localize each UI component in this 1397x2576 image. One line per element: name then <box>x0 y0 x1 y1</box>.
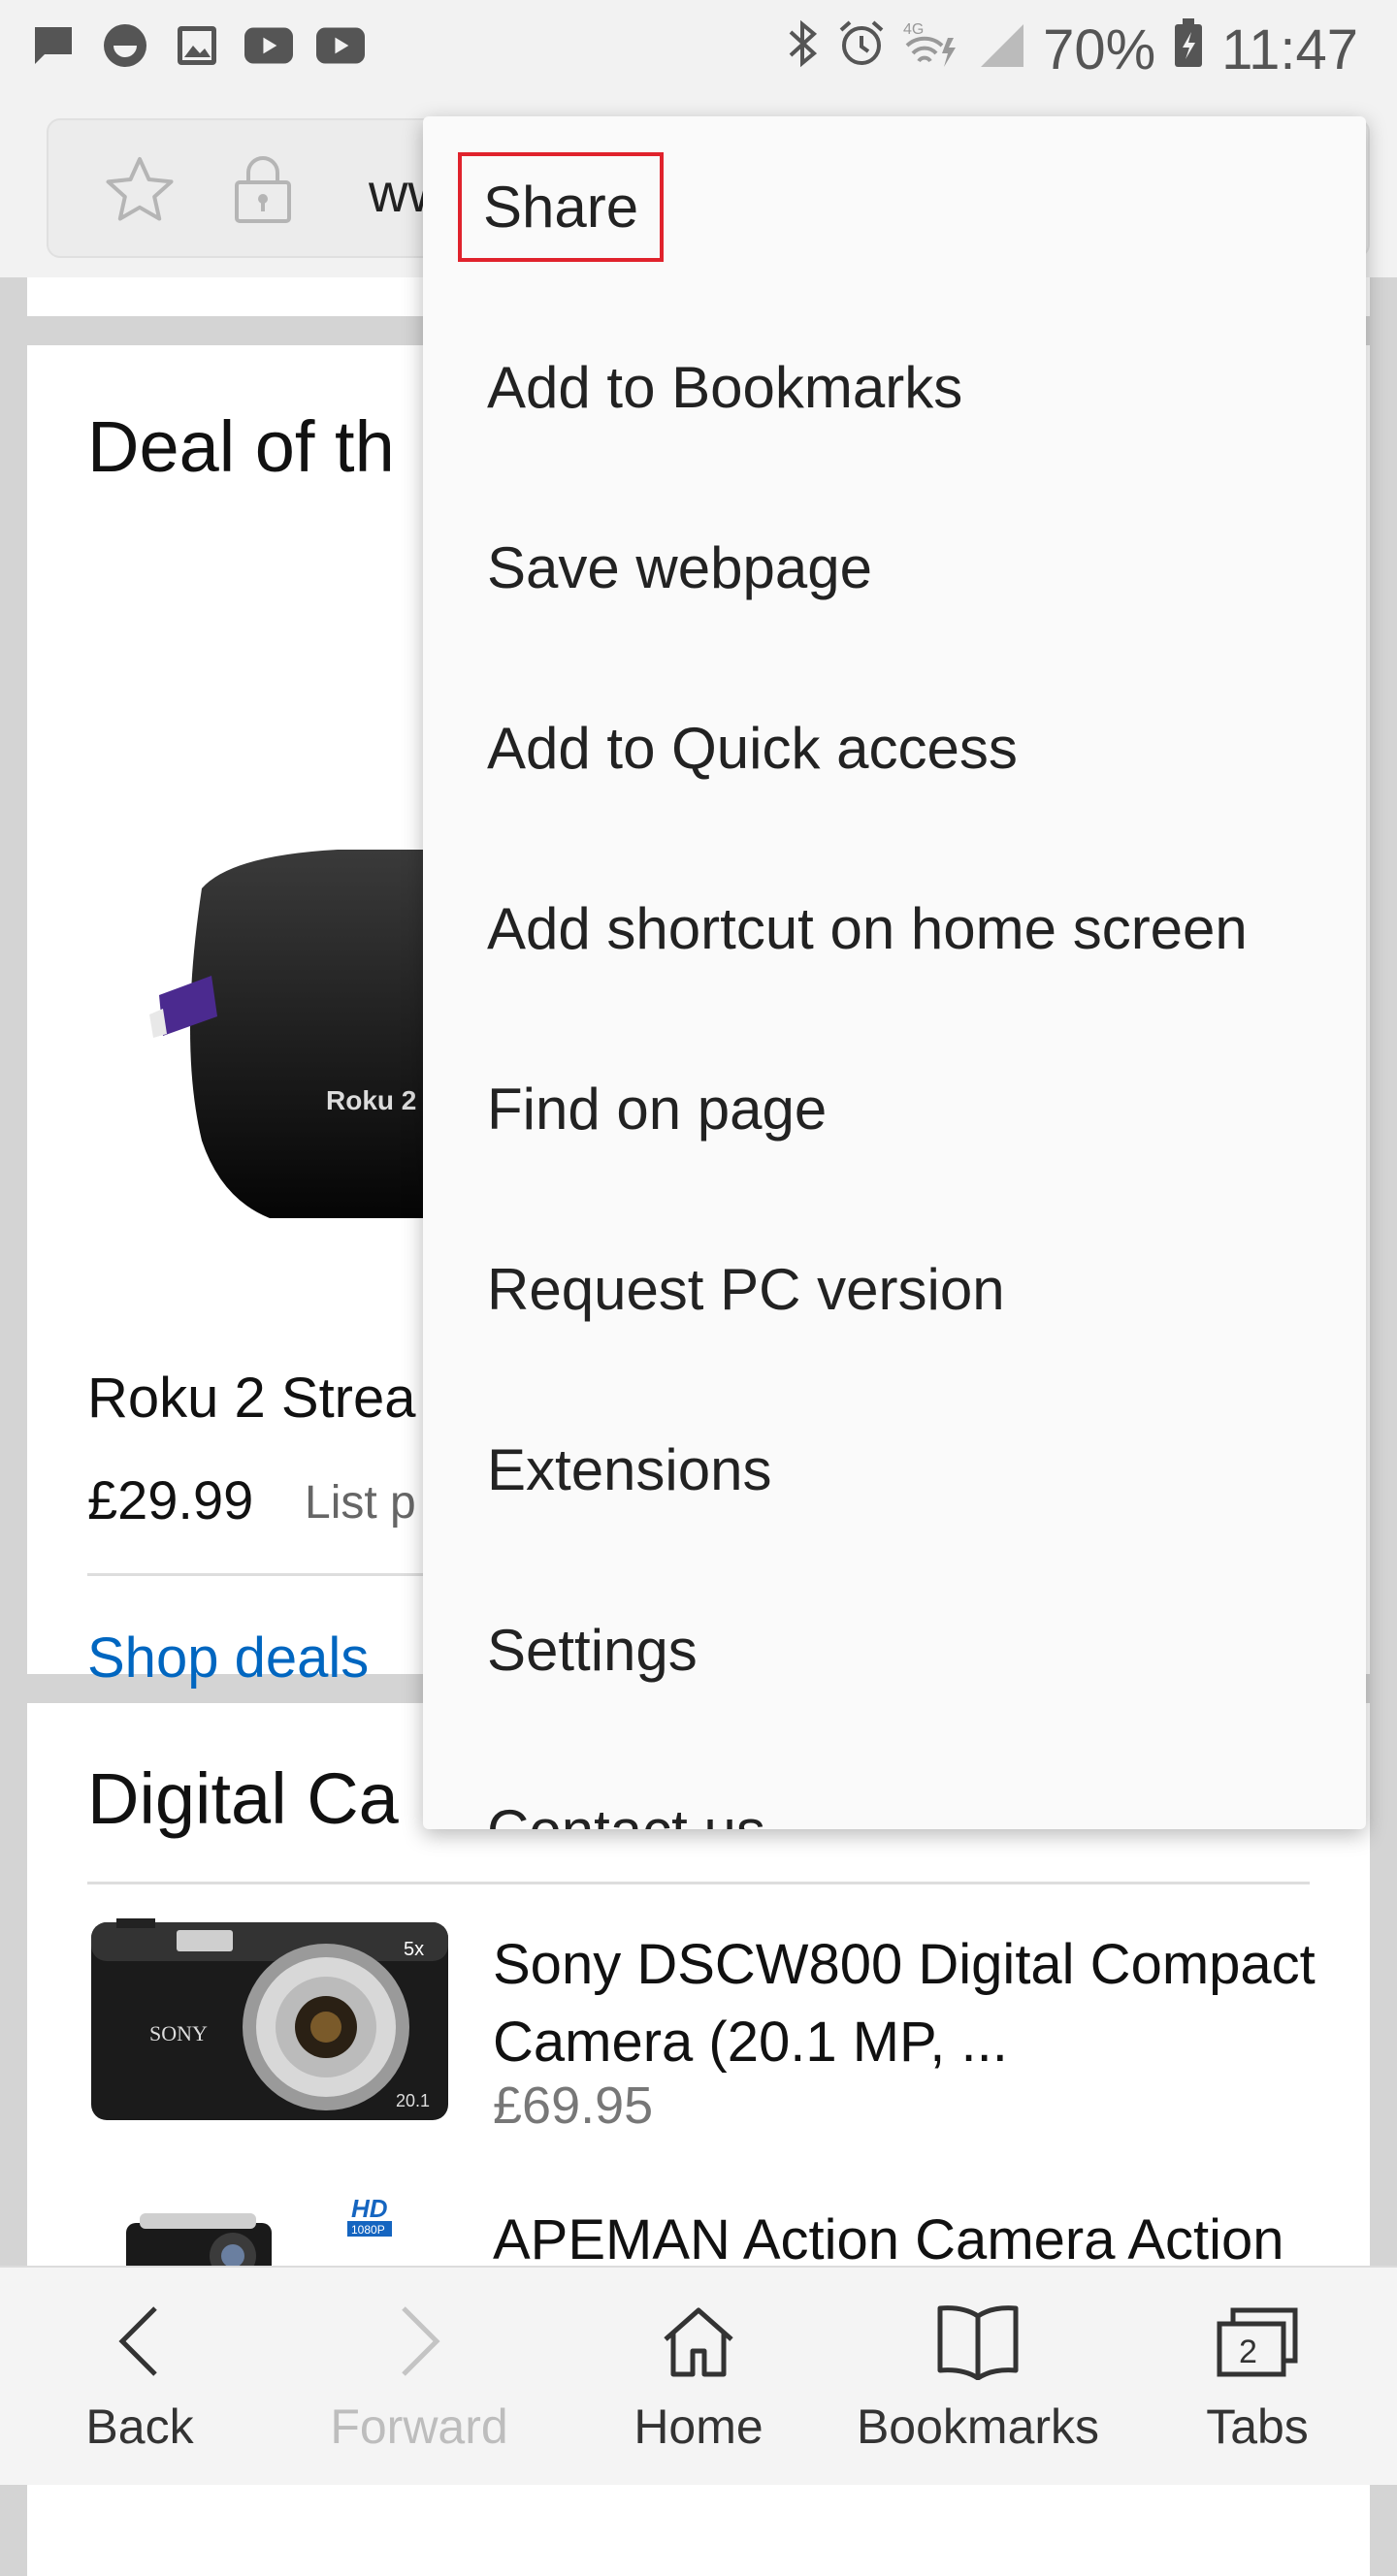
lock-icon <box>233 155 293 228</box>
menu-item-settings[interactable]: Settings <box>423 1560 1366 1740</box>
svg-text:1080P: 1080P <box>351 2223 385 2237</box>
menu-item-label: Settings <box>487 1617 698 1683</box>
book-icon <box>934 2302 1022 2385</box>
menu-item-add-to-bookmarks[interactable]: Add to Bookmarks <box>423 297 1366 477</box>
star-icon[interactable] <box>105 155 175 228</box>
svg-text:SONY: SONY <box>149 2021 208 2045</box>
tabs-icon: 2 <box>1214 2302 1301 2385</box>
youtube-icon <box>244 21 293 70</box>
menu-item-save-webpage[interactable]: Save webpage <box>423 477 1366 658</box>
home-button[interactable]: Home <box>559 2268 838 2485</box>
signal-icon <box>979 17 1025 82</box>
camera-price: £69.95 <box>493 2077 654 2135</box>
chevron-right-icon <box>390 2302 448 2385</box>
bookmarks-label: Bookmarks <box>856 2399 1100 2454</box>
menu-item-label: Save webpage <box>487 534 872 600</box>
menu-item-label: Add to Quick access <box>487 715 1018 781</box>
svg-text:4G: 4G <box>903 21 924 38</box>
message-icon <box>29 21 78 70</box>
alarm-icon <box>837 17 886 82</box>
divider <box>87 1882 1310 1884</box>
home-icon <box>660 2302 737 2385</box>
camera-name[interactable]: Sony DSCW800 Digital Compact Camera (20.… <box>493 1926 1327 2081</box>
system-icons: 4G 70% 11:47 <box>787 17 1358 82</box>
deal-card-title: Deal of th <box>87 406 395 487</box>
home-label: Home <box>634 2399 763 2454</box>
sony-camera-image[interactable]: SONY 5x 20.1 <box>87 1913 452 2131</box>
forward-label: Forward <box>330 2399 508 2454</box>
menu-item-request-pc-version[interactable]: Request PC version <box>423 1199 1366 1379</box>
bookmarks-button[interactable]: Bookmarks <box>838 2268 1118 2485</box>
bottom-navigation: Back Forward Home Bookmarks 2 Tabs <box>0 2266 1397 2485</box>
svg-text:20.1: 20.1 <box>396 2091 430 2110</box>
smiley-app-icon <box>101 21 149 70</box>
tabs-label: Tabs <box>1206 2399 1309 2454</box>
chevron-left-icon <box>111 2302 169 2385</box>
wifi-4g-icon: 4G <box>903 17 961 82</box>
youtube-icon <box>316 21 365 70</box>
menu-item-share[interactable]: Share <box>423 116 1366 297</box>
menu-item-contact-us[interactable]: Contact us <box>423 1740 1366 1830</box>
deal-product-name[interactable]: Roku 2 Strea <box>87 1366 416 1431</box>
tabs-button[interactable]: 2 Tabs <box>1118 2268 1397 2485</box>
menu-item-label: Request PC version <box>487 1256 1005 1322</box>
tab-count: 2 <box>1239 2334 1257 2370</box>
svg-text:5x: 5x <box>404 1939 424 1960</box>
menu-item-label: Add shortcut on home screen <box>487 895 1248 961</box>
forward-button[interactable]: Forward <box>279 2268 559 2485</box>
bluetooth-icon <box>787 17 820 82</box>
menu-item-add-shortcut[interactable]: Add shortcut on home screen <box>423 838 1366 1018</box>
svg-text:HD: HD <box>351 2194 388 2223</box>
menu-item-label: Add to Bookmarks <box>487 354 963 420</box>
menu-item-label: Find on page <box>487 1076 828 1142</box>
battery-icon <box>1173 17 1204 82</box>
back-button[interactable]: Back <box>0 2268 279 2485</box>
menu-item-label: Share <box>457 151 665 262</box>
roku-product-image[interactable]: Roku 2 <box>124 850 473 1223</box>
menu-item-add-to-quick-access[interactable]: Add to Quick access <box>423 658 1366 838</box>
menu-item-label: Contact us <box>487 1797 765 1830</box>
list-item[interactable]: SONY 5x 20.1 Sony DSCW800 Digital Compac… <box>87 1913 1348 2145</box>
menu-item-label: Extensions <box>487 1436 772 1502</box>
gallery-icon <box>173 21 221 70</box>
menu-item-find-on-page[interactable]: Find on page <box>423 1018 1366 1199</box>
battery-percent: 70% <box>1043 18 1156 81</box>
deal-list-price: List p <box>305 1477 416 1529</box>
shop-deals-link[interactable]: Shop deals <box>87 1626 369 1690</box>
browser-overflow-menu: Share Add to Bookmarks Save webpage Add … <box>423 116 1366 1829</box>
back-label: Back <box>85 2399 194 2454</box>
menu-item-extensions[interactable]: Extensions <box>423 1379 1366 1560</box>
status-bar: 4G 70% 11:47 <box>0 0 1397 97</box>
notification-icons <box>29 21 365 70</box>
clock: 11:47 <box>1221 18 1358 81</box>
cameras-card-title: Digital Ca <box>87 1758 399 1839</box>
deal-price: £29.99 <box>87 1469 254 1530</box>
roku-logo-text: Roku 2 <box>326 1085 416 1115</box>
